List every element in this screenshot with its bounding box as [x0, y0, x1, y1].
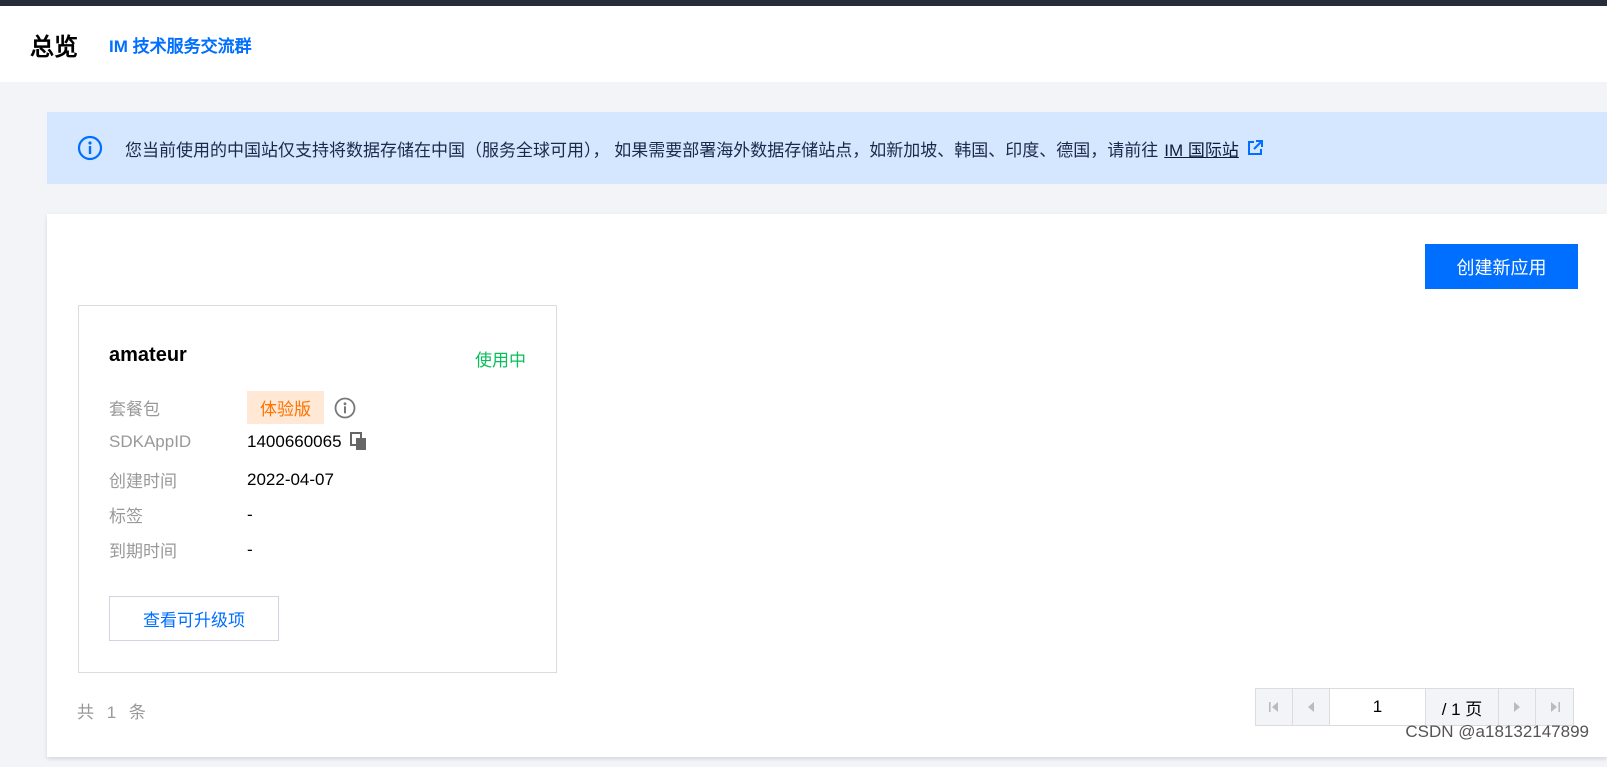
page-title: 总览	[30, 33, 78, 61]
expire-value: -	[247, 539, 253, 559]
tags-row: 标签 -	[109, 502, 253, 527]
total-count: 共 1 条	[77, 703, 150, 722]
info-icon	[77, 135, 103, 161]
plan-row: 套餐包 体验版	[109, 391, 356, 424]
expire-row: 到期时间 -	[109, 537, 253, 562]
total-pages: / 1 页	[1426, 689, 1499, 725]
created-value: 2022-04-07	[247, 469, 334, 489]
tags-value: -	[247, 504, 253, 524]
app-list-panel: 创建新应用 amateur 使用中 套餐包 体验版 SDKAppID 14006…	[47, 214, 1607, 757]
prev-page-icon	[1308, 702, 1314, 712]
expire-label: 到期时间	[109, 542, 177, 561]
page-header: 总览 IM 技术服务交流群	[0, 6, 1607, 82]
app-card[interactable]: amateur 使用中 套餐包 体验版 SDKAppID 1400660065	[78, 305, 557, 673]
notice-text: 您当前使用的中国站仅支持将数据存储在中国（服务全球可用）， 如果需要部署海外数据…	[125, 140, 1159, 160]
international-site-link[interactable]: IM 国际站	[1164, 136, 1239, 161]
sdkappid-value: 1400660065	[247, 432, 342, 451]
plan-info-icon[interactable]	[334, 397, 356, 419]
created-label: 创建时间	[109, 472, 177, 491]
create-app-button[interactable]: 创建新应用	[1425, 244, 1578, 289]
next-page-icon	[1514, 702, 1520, 712]
last-page-button[interactable]	[1536, 689, 1573, 725]
copy-icon[interactable]	[349, 432, 368, 452]
plan-label: 套餐包	[109, 400, 160, 419]
pagination: / 1 页	[1255, 688, 1574, 726]
last-page-icon	[1550, 702, 1560, 712]
created-row: 创建时间 2022-04-07	[109, 467, 334, 492]
tags-label: 标签	[109, 507, 143, 526]
external-link-icon[interactable]	[1247, 140, 1263, 156]
watermark: CSDN @a18132147899	[1405, 722, 1589, 741]
app-name[interactable]: amateur	[109, 344, 187, 367]
tech-group-link[interactable]: IM 技术服务交流群	[109, 32, 252, 57]
first-page-button[interactable]	[1256, 689, 1293, 725]
view-upgrades-button[interactable]: 查看可升级项	[109, 596, 279, 641]
status-badge: 使用中	[475, 351, 526, 370]
prev-page-button[interactable]	[1293, 689, 1330, 725]
sdkappid-row: SDKAppID 1400660065	[109, 432, 368, 452]
region-notice: 您当前使用的中国站仅支持将数据存储在中国（服务全球可用）， 如果需要部署海外数据…	[47, 112, 1607, 184]
sdkappid-label: SDKAppID	[109, 432, 192, 451]
next-page-button[interactable]	[1499, 689, 1536, 725]
first-page-icon	[1269, 702, 1278, 712]
page-number-input[interactable]	[1330, 689, 1426, 725]
plan-tag: 体验版	[247, 391, 324, 424]
